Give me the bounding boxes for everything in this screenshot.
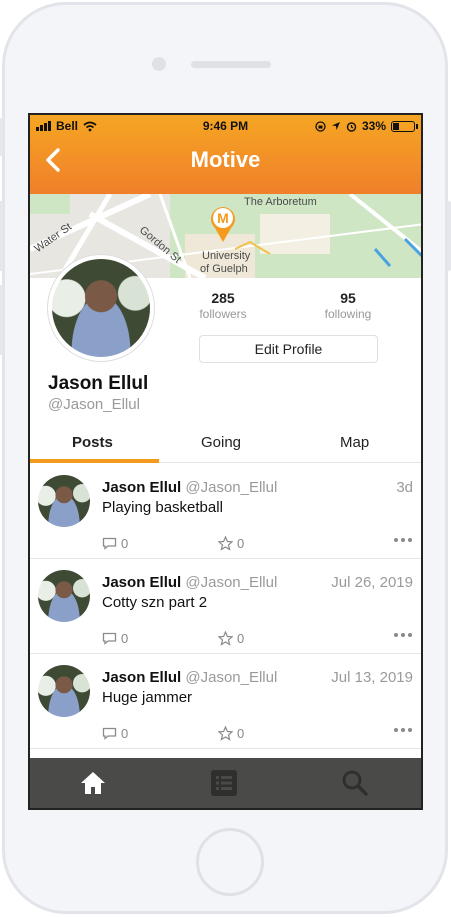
following-label: following xyxy=(324,307,372,321)
post-avatar[interactable] xyxy=(38,475,90,527)
search-icon[interactable] xyxy=(340,769,370,797)
following-stat[interactable]: 95 following xyxy=(308,290,388,321)
post-text: Cotty szn part 2 xyxy=(102,594,208,611)
front-camera xyxy=(152,57,166,71)
comment-count: 0 xyxy=(121,536,129,551)
following-count: 95 xyxy=(340,290,356,306)
comment-button[interactable]: 0 xyxy=(102,631,128,646)
star-icon xyxy=(218,536,233,551)
star-count: 0 xyxy=(237,631,245,646)
location-marker[interactable]: M xyxy=(208,204,238,244)
home-icon[interactable] xyxy=(78,769,108,797)
volume-up-button xyxy=(0,201,3,271)
star-button[interactable]: 0 xyxy=(218,536,244,551)
followers-label: followers xyxy=(199,307,247,321)
post-timestamp: Jul 13, 2019 xyxy=(331,669,413,686)
more-options-icon[interactable] xyxy=(394,633,412,637)
comment-icon xyxy=(102,727,117,740)
profile-tabs: Posts Going Map xyxy=(30,428,421,463)
comment-button[interactable]: 0 xyxy=(102,726,128,741)
power-button xyxy=(447,201,451,271)
star-icon xyxy=(218,726,233,741)
post-item[interactable]: Jason Ellul @Jason_Ellul Jul 26, 2019 Co… xyxy=(30,559,421,654)
more-options-icon[interactable] xyxy=(394,728,412,732)
bottom-nav-bar xyxy=(30,758,421,808)
marker-letter: M xyxy=(217,210,229,226)
post-feed: Jason Ellul @Jason_Ellul 3d Playing bask… xyxy=(30,464,421,749)
followers-count: 285 xyxy=(211,290,235,306)
edit-profile-button[interactable]: Edit Profile xyxy=(199,335,378,363)
post-author-name[interactable]: Jason Ellul xyxy=(102,574,181,591)
rotation-lock-icon xyxy=(315,120,326,132)
post-avatar[interactable] xyxy=(38,570,90,622)
comment-button[interactable]: 0 xyxy=(102,536,128,551)
post-timestamp: Jul 26, 2019 xyxy=(331,574,413,591)
app-screen: Bell 9:46 PM 33% Motive The Arboretum Wa… xyxy=(28,113,423,810)
star-count: 0 xyxy=(237,726,245,741)
post-avatar[interactable] xyxy=(38,665,90,717)
map-label-of-guelph: of Guelph xyxy=(200,263,248,275)
more-options-icon[interactable] xyxy=(394,538,412,542)
map-label-university: University xyxy=(202,250,251,262)
earpiece-speaker xyxy=(191,61,271,68)
comment-icon xyxy=(102,537,117,550)
app-header: Bell 9:46 PM 33% Motive xyxy=(30,115,421,194)
active-tab-indicator xyxy=(30,459,159,463)
map-label-arboretum: The Arboretum xyxy=(244,196,317,208)
tab-going[interactable]: Going xyxy=(201,434,241,451)
post-item[interactable]: Jason Ellul @Jason_Ellul Jul 13, 2019 Hu… xyxy=(30,654,421,749)
list-icon[interactable] xyxy=(209,769,239,797)
star-button[interactable]: 0 xyxy=(218,631,244,646)
comment-count: 0 xyxy=(121,726,129,741)
star-button[interactable]: 0 xyxy=(218,726,244,741)
post-text: Playing basketball xyxy=(102,499,223,516)
app-title: Motive xyxy=(190,147,261,172)
mute-switch xyxy=(0,118,3,156)
post-author-handle: @Jason_Ellul xyxy=(185,574,278,591)
post-item[interactable]: Jason Ellul @Jason_Ellul 3d Playing bask… xyxy=(30,464,421,559)
comment-count: 0 xyxy=(121,631,129,646)
battery-icon xyxy=(391,120,418,132)
status-bar: Bell 9:46 PM 33% xyxy=(30,119,421,135)
comment-icon xyxy=(102,632,117,645)
post-timestamp: 3d xyxy=(396,479,413,496)
location-arrow-icon xyxy=(331,122,340,130)
post-author-handle: @Jason_Ellul xyxy=(185,479,278,496)
post-text: Huge jammer xyxy=(102,689,193,706)
followers-stat[interactable]: 285 followers xyxy=(183,290,263,321)
volume-down-button xyxy=(0,285,3,355)
post-author-handle: @Jason_Ellul xyxy=(185,669,278,686)
profile-avatar[interactable] xyxy=(48,255,154,361)
battery-percent: 33% xyxy=(361,119,386,133)
profile-handle: @Jason_Ellul xyxy=(48,396,140,413)
home-button[interactable] xyxy=(196,828,264,896)
tab-posts[interactable]: Posts xyxy=(72,434,113,451)
post-author-name[interactable]: Jason Ellul xyxy=(102,479,181,496)
profile-name: Jason Ellul xyxy=(48,373,149,394)
star-icon xyxy=(218,631,233,646)
alarm-icon xyxy=(346,121,357,132)
post-author-name[interactable]: Jason Ellul xyxy=(102,669,181,686)
star-count: 0 xyxy=(237,536,245,551)
tab-map[interactable]: Map xyxy=(340,434,369,451)
